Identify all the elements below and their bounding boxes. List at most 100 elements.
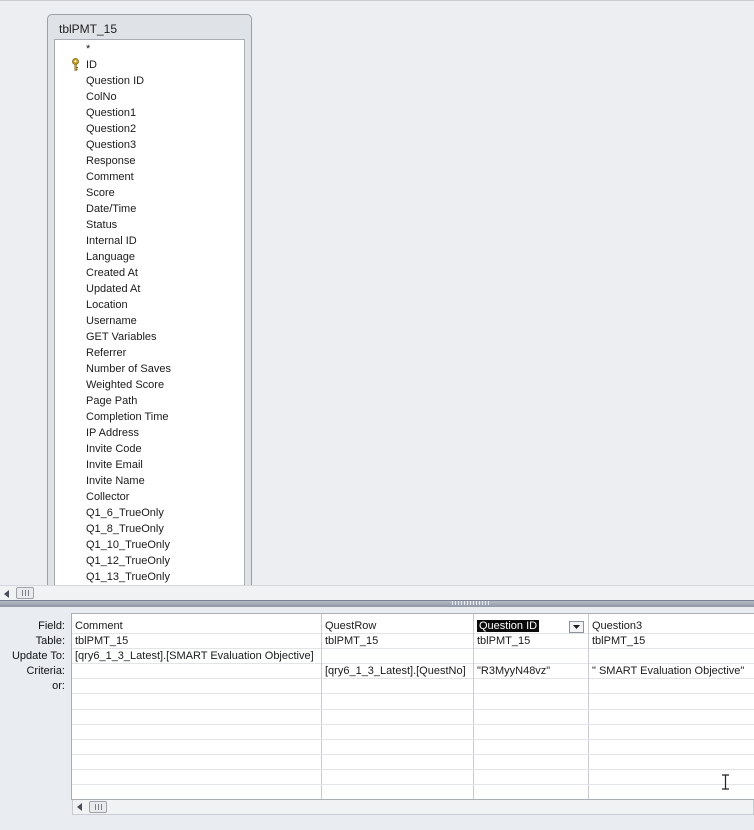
field-list-item[interactable]: Number of Saves [55, 361, 244, 377]
row-label-field: Field: [38, 620, 65, 632]
field-list-item[interactable]: Score [55, 185, 244, 201]
or-cell[interactable] [589, 679, 754, 694]
field-list-item[interactable]: Question2 [55, 121, 244, 137]
grid-column-question3[interactable]: Question3 tblPMT_15 " SMART Evaluation O… [589, 614, 754, 799]
or-cell[interactable] [72, 679, 321, 694]
field-list-item-label: Page Path [86, 395, 138, 407]
field-list-item[interactable]: Status [55, 217, 244, 233]
table-cell[interactable]: tblPMT_15 [322, 634, 473, 649]
field-list-item[interactable]: Question3 [55, 137, 244, 153]
field-list-item-label: Invite Code [86, 443, 142, 455]
selected-field-text: Question ID [477, 620, 540, 632]
criteria-cell[interactable] [72, 664, 321, 679]
field-list-item[interactable]: Question ID [55, 73, 244, 89]
or-cell[interactable] [322, 679, 473, 694]
field-list-item-label: Q1_13_TrueOnly [86, 571, 170, 583]
scroll-thumb[interactable] [16, 587, 34, 599]
or-cell[interactable] [474, 679, 588, 694]
scroll-grip-icon [95, 804, 96, 810]
field-list-item[interactable]: Q1_6_TrueOnly [55, 505, 244, 521]
table-cell[interactable]: tblPMT_15 [72, 634, 321, 649]
field-list-item-label: Q1_12_TrueOnly [86, 555, 170, 567]
field-list-item[interactable]: GET Variables [55, 329, 244, 345]
table-cell[interactable]: tblPMT_15 [474, 634, 588, 649]
grid-horizontal-scrollbar[interactable] [72, 800, 754, 815]
field-list-item-label: Comment [86, 171, 134, 183]
criteria-cell[interactable]: [qry6_1_3_Latest].[QuestNo] [322, 664, 473, 679]
table-pane-horizontal-scrollbar[interactable] [0, 585, 754, 601]
field-list-item[interactable]: Referrer [55, 345, 244, 361]
grid-column-comment[interactable]: Comment tblPMT_15 [qry6_1_3_Latest].[SMA… [72, 614, 322, 799]
field-list-item[interactable]: * [55, 41, 244, 57]
field-list-item[interactable]: Q1_13_TrueOnly [55, 569, 244, 585]
scroll-grip-icon [22, 590, 23, 596]
field-list-item[interactable]: Invite Email [55, 457, 244, 473]
field-list-item[interactable]: ID [55, 57, 244, 73]
field-list-item-label: Weighted Score [86, 379, 165, 391]
query-design-grid[interactable]: Comment tblPMT_15 [qry6_1_3_Latest].[SMA… [71, 613, 754, 800]
field-list-item[interactable]: Q1_8_TrueOnly [55, 521, 244, 537]
field-cell[interactable]: Question3 [589, 619, 754, 634]
scroll-left-button[interactable] [73, 800, 87, 814]
scroll-grip-icon [25, 590, 26, 596]
field-list-item[interactable]: Response [55, 153, 244, 169]
field-list-item[interactable]: Internal ID [55, 233, 244, 249]
field-list-item-label: Question ID [86, 75, 145, 87]
field-dropdown-button[interactable] [569, 621, 584, 633]
field-list-item[interactable]: Created At [55, 265, 244, 281]
field-list-item[interactable]: Weighted Score [55, 377, 244, 393]
field-cell-selected[interactable]: Question ID [474, 619, 588, 634]
pane-splitter[interactable] [0, 600, 754, 607]
field-list-item[interactable]: Language [55, 249, 244, 265]
field-cell[interactable]: QuestRow [322, 619, 473, 634]
field-list-item[interactable]: ColNo [55, 89, 244, 105]
field-list-item-label: ColNo [86, 91, 117, 103]
update-to-cell[interactable] [589, 649, 754, 664]
triangle-left-icon [4, 589, 9, 598]
criteria-cell[interactable]: "R3MyyN48vz" [474, 664, 588, 679]
table-field-list[interactable]: tblPMT_15 * ID Question ID ColNo Question1 Qu… [47, 14, 252, 589]
row-label-or: or: [52, 680, 65, 692]
ibeam-cursor-icon [722, 774, 729, 790]
field-list-item-label: * [86, 43, 91, 55]
scroll-left-button[interactable] [0, 586, 14, 601]
field-list-item[interactable]: Location [55, 297, 244, 313]
field-list-item[interactable]: Invite Name [55, 473, 244, 489]
field-list-item-label: Number of Saves [86, 363, 171, 375]
grid-column-question-id[interactable]: Question ID tblPMT_15 "R3MyyN48vz" [474, 614, 589, 799]
field-list-item-label: Q1_6_TrueOnly [86, 507, 164, 519]
field-list-item[interactable]: Username [55, 313, 244, 329]
criteria-cell[interactable]: " SMART Evaluation Objective" [589, 664, 754, 679]
field-list-item-label: Date/Time [86, 203, 137, 215]
field-list-item-label: Invite Email [86, 459, 143, 471]
field-list-item[interactable]: Comment [55, 169, 244, 185]
update-to-cell[interactable]: [qry6_1_3_Latest].[SMART Evaluation Obje… [72, 649, 321, 664]
field-list-item[interactable]: Q1_12_TrueOnly [55, 553, 244, 569]
field-list-item-label: Language [86, 251, 135, 263]
field-list-item[interactable]: Q1_10_TrueOnly [55, 537, 244, 553]
grid-column-questrow[interactable]: QuestRow tblPMT_15 [qry6_1_3_Latest].[Qu… [322, 614, 474, 799]
row-label-criteria: Criteria: [26, 665, 65, 677]
update-to-cell[interactable] [474, 649, 588, 664]
field-list-item[interactable]: Completion Time [55, 409, 244, 425]
update-to-cell[interactable] [322, 649, 473, 664]
row-label-update-to: Update To: [11, 650, 65, 662]
field-list-item[interactable]: Invite Code [55, 441, 244, 457]
field-cell[interactable]: Comment [72, 619, 321, 634]
grid-row-line [72, 709, 754, 710]
field-list-item[interactable]: Page Path [55, 393, 244, 409]
scroll-grip-icon [28, 590, 29, 596]
field-list-item[interactable]: Collector [55, 489, 244, 505]
table-cell[interactable]: tblPMT_15 [589, 634, 754, 649]
field-list-item[interactable]: IP Address [55, 425, 244, 441]
field-list-item-label: GET Variables [86, 331, 157, 343]
field-list-item[interactable]: Question1 [55, 105, 244, 121]
field-list-title: tblPMT_15 [59, 22, 118, 36]
scroll-grip-icon [101, 804, 102, 810]
grid-row-line [72, 784, 754, 785]
field-list-item-label: Collector [86, 491, 130, 503]
scroll-thumb[interactable] [89, 801, 107, 813]
field-list-item[interactable]: Date/Time [55, 201, 244, 217]
field-list-item[interactable]: Updated At [55, 281, 244, 297]
field-list-item-label: Score [86, 187, 115, 199]
